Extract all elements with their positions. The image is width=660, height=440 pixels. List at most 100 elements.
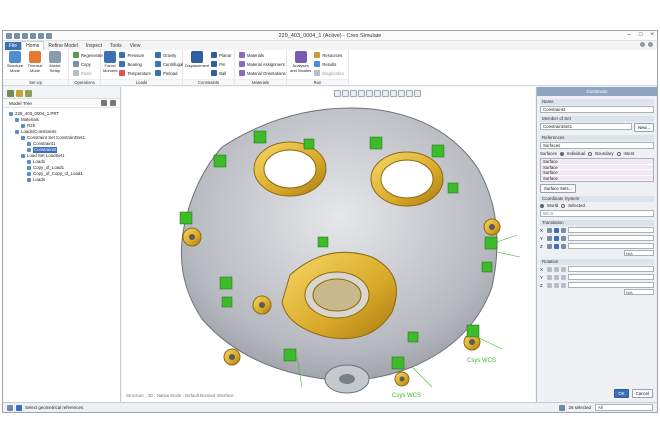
- pressure-button[interactable]: Pressure: [119, 51, 151, 59]
- surface-list-item[interactable]: Surface: [541, 175, 653, 181]
- group-materials: Materials Material Assignment Material O…: [235, 50, 287, 85]
- materials-button[interactable]: Materials: [239, 51, 286, 59]
- selection-icon[interactable]: [558, 404, 565, 411]
- model-setup-button[interactable]: Model Setup: [45, 51, 65, 78]
- tree-settings-icon[interactable]: [101, 100, 107, 106]
- member-select[interactable]: ConstraintSet1: [540, 123, 633, 130]
- app-window: 229_403_0004_1 (Active) - Creo Simulate …: [2, 30, 658, 413]
- favorites-tab-icon[interactable]: [25, 90, 32, 97]
- free-icon[interactable]: [547, 266, 552, 272]
- tree-item[interactable]: Loads: [9, 177, 120, 183]
- results-button[interactable]: Results: [314, 60, 344, 68]
- bearing-button[interactable]: Bearing: [119, 60, 151, 68]
- free-icon[interactable]: [547, 282, 552, 288]
- ok-button[interactable]: OK: [614, 389, 629, 398]
- rotation-z-input[interactable]: [568, 282, 654, 288]
- tab-view[interactable]: View: [126, 42, 145, 50]
- ball-button[interactable]: Ball: [211, 69, 231, 77]
- free-icon[interactable]: [547, 243, 552, 249]
- boundary-radio[interactable]: [588, 151, 593, 156]
- individual-radio[interactable]: [559, 151, 564, 156]
- rotation-y-input[interactable]: [568, 274, 654, 280]
- thermal-icon: [29, 51, 41, 63]
- new-set-button[interactable]: New...: [634, 123, 654, 132]
- folder-tab-icon[interactable]: [16, 90, 23, 97]
- fixed-icon[interactable]: [554, 235, 559, 241]
- world-radio[interactable]: [540, 203, 544, 208]
- displacement-icon: [191, 51, 204, 63]
- references-select[interactable]: Surfaces: [540, 142, 654, 149]
- close-icon[interactable]: ×: [650, 32, 654, 38]
- tab-inspect[interactable]: Inspect: [82, 42, 106, 50]
- minimize-icon[interactable]: –: [628, 32, 631, 38]
- tab-home[interactable]: Home: [21, 41, 45, 50]
- dialog-title: Constraint: [537, 87, 657, 96]
- tab-tools[interactable]: Tools: [106, 42, 126, 50]
- tree-filter-icon[interactable]: [110, 100, 116, 106]
- planar-button[interactable]: Planar: [211, 51, 231, 59]
- translation-z-input[interactable]: [568, 243, 654, 249]
- fixed-icon[interactable]: [554, 266, 559, 272]
- free-icon[interactable]: [547, 227, 552, 233]
- paste-button[interactable]: Paste: [73, 69, 103, 77]
- name-field[interactable]: Constraint2: [540, 106, 654, 113]
- copy-button[interactable]: Copy: [73, 60, 103, 68]
- translation-units[interactable]: N/A: [624, 250, 654, 256]
- wcs-label: Csys WCS: [467, 358, 496, 364]
- regenerate-button[interactable]: Regenerate: [73, 51, 103, 59]
- resources-button[interactable]: Resources: [314, 51, 344, 59]
- group-label-setup: Set Up: [3, 79, 68, 85]
- part-model[interactable]: Csys WCS Csys WCS: [122, 87, 535, 402]
- status-toggle-icon[interactable]: [7, 404, 13, 411]
- graphics-viewport[interactable]: Csys WCS Csys WCS Structure : 3D : Nativ…: [122, 87, 535, 402]
- tab-refine-model[interactable]: Refine Model: [44, 42, 81, 50]
- prescribed-icon[interactable]: [561, 282, 566, 288]
- surface-sets-button[interactable]: Surface Sets...: [540, 184, 577, 193]
- fixed-icon[interactable]: [554, 282, 559, 288]
- intent-radio[interactable]: [616, 151, 621, 156]
- prescribed-icon[interactable]: [561, 274, 566, 280]
- prescribed-icon[interactable]: [561, 235, 566, 241]
- status-bar: Select geometrical references. 26 select…: [3, 402, 657, 412]
- cancel-button[interactable]: Cancel: [631, 389, 653, 398]
- model-tree-tab-icon[interactable]: [7, 90, 14, 97]
- fixed-icon[interactable]: [554, 243, 559, 249]
- selected-count[interactable]: 26 selected: [569, 405, 591, 410]
- force-moment-button[interactable]: Force/ Moment: [103, 51, 117, 78]
- temperature-button[interactable]: Temperature: [119, 69, 151, 77]
- help-icon[interactable]: [640, 42, 645, 47]
- csys-field[interactable]: WCS: [540, 210, 654, 217]
- translation-y-input[interactable]: [568, 235, 654, 241]
- pin-button[interactable]: Pin: [211, 60, 231, 68]
- selection-filter[interactable]: All: [595, 404, 653, 411]
- tree-node-icon: [27, 166, 31, 170]
- maximize-icon[interactable]: □: [639, 32, 643, 38]
- prescribed-icon[interactable]: [561, 227, 566, 233]
- tab-file[interactable]: File: [5, 42, 22, 50]
- translation-x-input[interactable]: [568, 227, 654, 233]
- surface-list[interactable]: Surface Surface Surface Surface: [540, 158, 654, 182]
- material-orientations-button[interactable]: Material Orientations: [239, 69, 286, 77]
- free-icon[interactable]: [547, 235, 552, 241]
- prescribed-icon[interactable]: [561, 266, 566, 272]
- rotation-x-input[interactable]: [568, 266, 654, 272]
- displacement-button[interactable]: Displacement: [185, 51, 209, 78]
- preload-button[interactable]: Preload: [154, 69, 183, 77]
- structure-mode-button[interactable]: Structure Mode: [5, 51, 25, 78]
- main-area: Model Tree 229_403_0004_1.PRT Materials R2…: [3, 87, 657, 402]
- prescribed-icon[interactable]: [561, 243, 566, 249]
- material-assignment-button[interactable]: Material Assignment: [239, 60, 286, 68]
- rotation-units[interactable]: N/A: [624, 289, 654, 295]
- settings-icon[interactable]: [648, 42, 653, 47]
- fixed-icon[interactable]: [554, 274, 559, 280]
- diagnostics-button[interactable]: Diagnostics: [314, 69, 344, 77]
- panel-tabs: [3, 87, 120, 99]
- free-icon[interactable]: [547, 274, 552, 280]
- fixed-icon[interactable]: [554, 227, 559, 233]
- centrifugal-button[interactable]: Centrifugal: [154, 60, 183, 68]
- thermal-mode-button[interactable]: Thermal Mode: [25, 51, 45, 78]
- resources-icon: [314, 52, 321, 58]
- selected-radio[interactable]: [561, 203, 566, 208]
- gravity-button[interactable]: Gravity: [154, 51, 183, 59]
- analyses-studies-button[interactable]: Analyses and Studies: [289, 51, 312, 78]
